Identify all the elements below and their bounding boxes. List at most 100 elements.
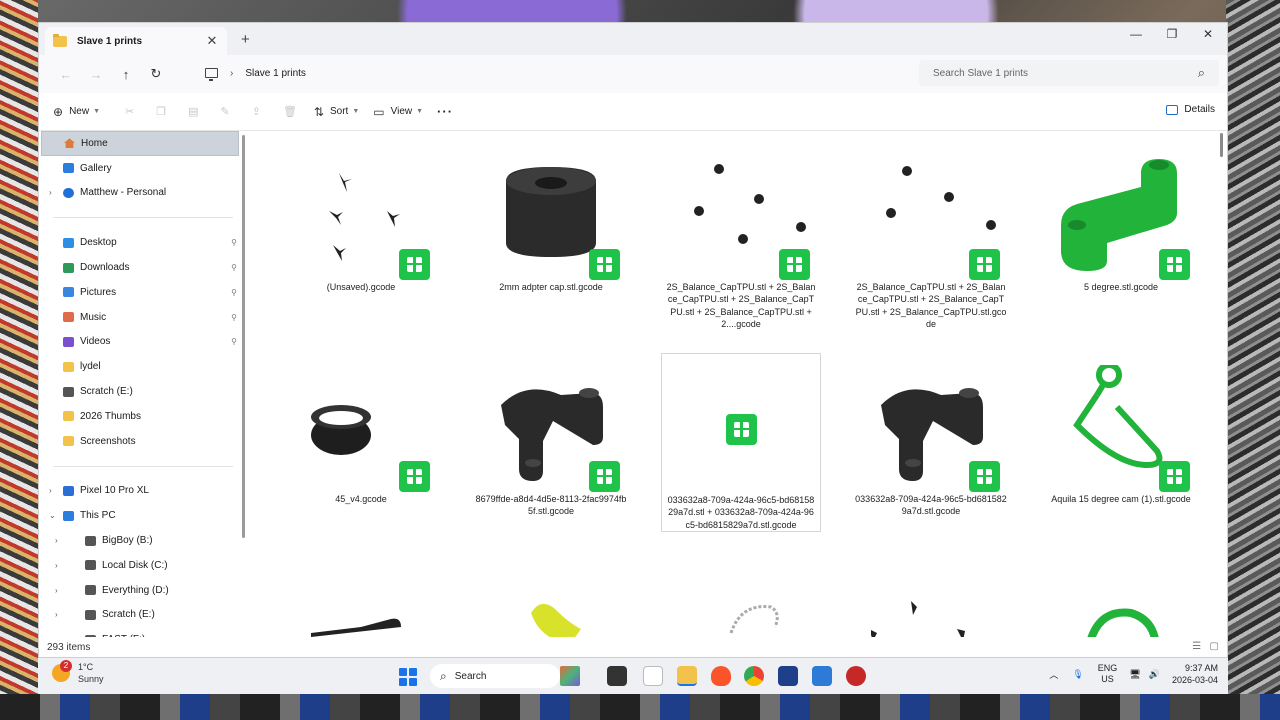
- file-item[interactable]: 2mm adpter cap.stl.gcode: [471, 153, 631, 293]
- sidebar-item-quick-access[interactable]: Desktop ⚲: [39, 230, 241, 255]
- sidebar-item-gallery[interactable]: Gallery: [39, 156, 241, 181]
- file-explorer-app-icon[interactable]: [677, 666, 697, 686]
- details-label: Details: [1184, 104, 1215, 115]
- app-icon[interactable]: [778, 666, 798, 686]
- sidebar-item-onedrive[interactable]: › Matthew - Personal: [39, 181, 241, 206]
- chevron-icon[interactable]: ⌄: [49, 511, 56, 520]
- file-item[interactable]: Aquila 15 degree cam (1).stl.gcode: [1041, 362, 1201, 505]
- language-indicator[interactable]: ENG US: [1098, 663, 1118, 685]
- view-icon: ▭: [373, 104, 385, 119]
- file-item[interactable]: 5 degree.stl.gcode: [1041, 153, 1201, 293]
- tab-close-icon[interactable]: ✕: [205, 33, 219, 49]
- details-button[interactable]: Details: [1166, 104, 1215, 115]
- item-count: 293 items: [47, 641, 91, 653]
- folder-icon: [63, 510, 74, 521]
- file-thumbnail-partial[interactable]: [491, 593, 611, 643]
- paint-app-icon[interactable]: [812, 666, 832, 686]
- cura-app-icon[interactable]: [846, 666, 866, 686]
- taskbar-search[interactable]: ⌕ Search: [430, 664, 560, 688]
- sidebar-item-device[interactable]: › Local Disk (C:): [39, 553, 241, 578]
- file-item[interactable]: 033632a8-709a-424a-96c5-bd6815829a7d.stl…: [851, 365, 1011, 518]
- file-thumbnail-partial[interactable]: [871, 593, 991, 643]
- chevron-icon[interactable]: ›: [55, 586, 58, 595]
- folder-icon: [53, 33, 67, 47]
- sidebar-item-device[interactable]: › Scratch (E:): [39, 603, 241, 628]
- new-button[interactable]: ⊕ New ▼: [53, 105, 100, 119]
- sidebar-item-device[interactable]: ⌄ This PC: [39, 503, 241, 528]
- sidebar-item-quick-access[interactable]: Videos ⚲: [39, 330, 241, 355]
- share-icon[interactable]: ⇪: [252, 105, 261, 118]
- chevron-icon[interactable]: ›: [55, 561, 58, 570]
- sidebar-item-device[interactable]: › Pixel 10 Pro XL: [39, 479, 241, 504]
- back-button[interactable]: ←: [51, 60, 81, 88]
- up-button[interactable]: ↑: [111, 60, 141, 88]
- file-item[interactable]: 2S_Balance_CapTPU.stl + 2S_Balance_CapTP…: [851, 153, 1011, 331]
- brave-browser-icon[interactable]: [711, 666, 731, 686]
- microphone-icon[interactable]: 🎙: [1072, 669, 1083, 680]
- rename-icon[interactable]: ✎: [221, 105, 230, 118]
- file-item[interactable]: 8679ffde-a8d4-4d5e-8113-2fac9974fb5f.stl…: [471, 365, 631, 518]
- chevron-icon[interactable]: ›: [55, 536, 58, 545]
- view-toggle-icons[interactable]: ☰ ▢: [1192, 641, 1219, 652]
- sidebar-item-quick-access[interactable]: Scratch (E:): [39, 379, 241, 404]
- cut-icon[interactable]: ✂: [125, 105, 134, 118]
- delete-icon[interactable]: 🗑: [283, 105, 297, 118]
- sidebar-item-quick-access[interactable]: Downloads ⚲: [39, 255, 241, 280]
- file-item[interactable]: 2S_Balance_CapTPU.stl + 2S_Balance_CapTP…: [661, 153, 821, 331]
- weather-widget[interactable]: 2 1°C Sunny: [52, 660, 104, 685]
- network-icon[interactable]: 🖥: [1129, 669, 1140, 680]
- pin-icon: ⚲: [231, 263, 237, 273]
- breadcrumb[interactable]: Slave 1 prints: [245, 68, 306, 79]
- sidebar-item-quick-access[interactable]: Screenshots: [39, 429, 241, 454]
- chevron-right-icon[interactable]: ›: [49, 188, 52, 197]
- file-thumbnail: [281, 365, 441, 493]
- chrome-browser-icon[interactable]: [744, 666, 764, 686]
- chevron-icon[interactable]: ›: [55, 610, 58, 619]
- new-tab-button[interactable]: +: [241, 31, 250, 48]
- maximize-button[interactable]: ❐: [1157, 27, 1187, 41]
- file-item[interactable]: (Unsaved).gcode: [281, 153, 441, 293]
- start-button[interactable]: [399, 668, 417, 686]
- folder-icon: [63, 361, 74, 372]
- clock[interactable]: 9:37 AM 2026-03-04: [1172, 662, 1218, 686]
- sidebar-item-device[interactable]: › Everything (D:): [39, 578, 241, 603]
- file-thumbnail-partial[interactable]: [681, 593, 801, 643]
- content-scrollbar[interactable]: [1220, 133, 1223, 157]
- sidebar-scrollbar[interactable]: [242, 135, 245, 538]
- refresh-button[interactable]: ↻: [141, 60, 171, 88]
- sidebar-item-quick-access[interactable]: lydel: [39, 354, 241, 379]
- notepad-app-icon[interactable]: [643, 666, 663, 686]
- file-thumbnail-partial[interactable]: [1061, 593, 1181, 643]
- chevron-up-icon[interactable]: ︿: [1049, 668, 1058, 681]
- file-thumbnail-partial[interactable]: [301, 593, 421, 643]
- volume-icon[interactable]: 🔊: [1149, 669, 1160, 680]
- forward-button[interactable]: →: [81, 60, 111, 88]
- terminal-app-icon[interactable]: [607, 666, 627, 686]
- sidebar-item-label: This PC: [80, 510, 116, 522]
- more-button[interactable]: ···: [437, 104, 453, 119]
- file-thumbnail: [1041, 153, 1201, 281]
- tab-slave-1-prints[interactable]: Slave 1 prints ✕: [45, 27, 227, 55]
- close-button[interactable]: ✕: [1193, 27, 1223, 41]
- file-item[interactable]: 033632a8-709a-424a-96c5-bd6815829a7d.stl…: [661, 353, 821, 533]
- sidebar-item-home[interactable]: Home: [41, 131, 239, 156]
- sidebar-item-quick-access[interactable]: Music ⚲: [39, 305, 241, 330]
- widgets-icon[interactable]: [560, 666, 580, 686]
- sidebar-item-label: Local Disk (C:): [102, 559, 168, 571]
- sort-button[interactable]: ⇅ Sort ▼: [314, 105, 359, 119]
- sidebar-item-label: Videos: [80, 336, 111, 348]
- view-button[interactable]: ▭ View ▼: [373, 105, 423, 119]
- background-photo-right: [1226, 0, 1280, 720]
- sidebar-item-quick-access[interactable]: Pictures ⚲: [39, 280, 241, 305]
- search-input[interactable]: Search Slave 1 prints ⌕: [919, 60, 1219, 86]
- copy-icon[interactable]: ❐: [156, 105, 166, 118]
- paste-icon[interactable]: ▤: [188, 105, 198, 118]
- folder-icon: [63, 485, 74, 496]
- file-item[interactable]: 45_v4.gcode: [281, 365, 441, 505]
- bambu-studio-icon: [589, 249, 620, 280]
- chevron-icon[interactable]: ›: [49, 486, 52, 495]
- address-bar[interactable]: › Slave 1 prints: [199, 60, 909, 86]
- sidebar-item-quick-access[interactable]: 2026 Thumbs: [39, 404, 241, 429]
- minimize-button[interactable]: —: [1121, 27, 1151, 41]
- sidebar-item-device[interactable]: › BigBoy (B:): [39, 528, 241, 553]
